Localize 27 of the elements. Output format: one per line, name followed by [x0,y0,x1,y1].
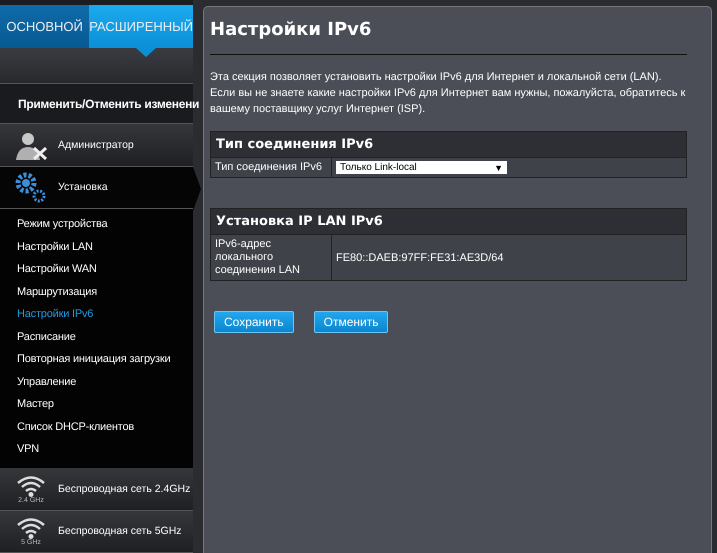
sidebar-item[interactable]: Управление [17,376,76,388]
gears-icon [14,171,48,204]
panel-header: Тип соединения IPv6 [211,132,686,158]
panel-header: Установка IP LAN IPv6 [211,209,686,235]
page-description: Эта секция позволяет установить настройки IPv6 для Интернет и локальной сети (LAN). Если вы не знаете какие настройки IPv6 для Интернет вам нужны, пожалуйста, обратитесь к вашему поставщику услуг Интернет (ISP). [210,70,686,117]
field-label: IPv6-адрес локального соединения LAN [211,235,332,280]
connection-type-dropdown[interactable]: Только Link-local ▼ [336,161,507,174]
sidebar-item[interactable]: Настройки IPv6 [17,308,94,320]
sidebar-item[interactable]: Маршрутизация [17,286,97,298]
apply-cancel-label[interactable]: Применить/Отменить изменени [18,96,200,111]
field-label: Тип соединения IPv6 [211,158,332,177]
page-title: Настройки IPv6 [210,19,687,55]
wifi-icon [16,516,46,539]
sidebar-item[interactable]: VPN [17,443,40,456]
sidebar-section[interactable]: Администратор [0,124,193,167]
mode-tab[interactable]: ОСНОВНОЙ [0,5,90,48]
field-value: FE80::DAEB:97FF:FE31:AE3D/64 [336,252,504,264]
tab-pointer [136,48,156,58]
dropdown-arrow-icon: ▼ [494,162,503,172]
wifi-icon [16,474,46,497]
sidebar-item[interactable]: Повторная инициация загрузки [17,353,170,366]
sidebar-item[interactable]: Настройки WAN [17,263,97,276]
sidebar-item[interactable]: Расписание [17,330,76,343]
sidebar-item[interactable]: Мастер [17,398,54,410]
sidebar-item[interactable]: Режим устройства [17,218,108,230]
sidebar-item[interactable]: Список DHCP-клиентов [17,420,134,433]
sidebar-item[interactable]: Настройки LAN [17,240,93,253]
